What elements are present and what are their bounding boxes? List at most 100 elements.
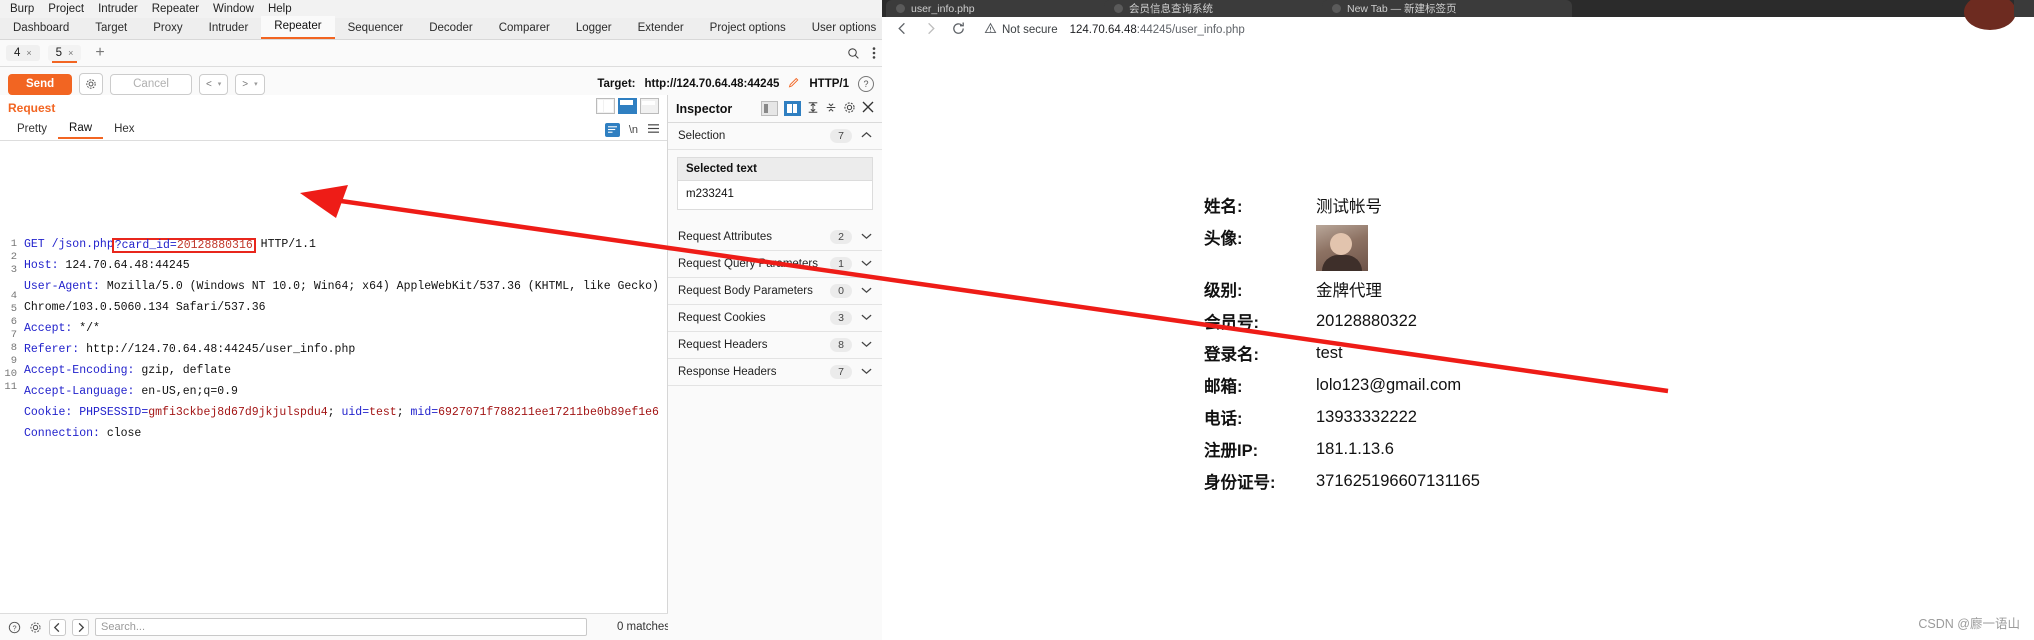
tab-project-options[interactable]: Project options [697,18,799,39]
info-row-email: 邮箱: lolo123@gmail.com [1204,373,1480,397]
tab-extender[interactable]: Extender [625,18,697,39]
panel-left-icon[interactable] [761,101,778,116]
browser-tab-3[interactable]: New Tab — 新建标签页 [1322,0,1572,17]
section-label: Request Query Parameters [678,258,818,270]
send-button[interactable]: Send [8,73,73,95]
cookie-value-1: gmfi3ckbej8d67d9jkjulspdu4 [148,406,328,419]
word-wrap-icon[interactable] [604,122,620,137]
arrow-left-icon[interactable] [49,618,66,636]
address-bar-url[interactable]: 124.70.64.48:44245/user_info.php [1070,24,1245,36]
gear-icon[interactable] [843,101,856,117]
section-label: Response Headers [678,366,777,378]
close-icon[interactable]: × [26,48,31,58]
tab-proxy[interactable]: Proxy [140,18,195,39]
chevron-down-icon[interactable] [861,367,872,378]
inspector-section-request-query-parameters[interactable]: Request Query Parameters 1 [668,251,882,278]
collapse-all-icon[interactable] [825,101,837,117]
info-row-level: 级别: 金牌代理 [1204,277,1480,301]
inspector-section-response-headers[interactable]: Response Headers 7 [668,359,882,386]
selected-text-value[interactable]: m233241 [678,181,872,209]
arrow-forward-icon[interactable] [922,21,938,39]
tab-decoder[interactable]: Decoder [416,18,485,39]
tab-intruder[interactable]: Intruder [196,18,262,39]
gear-icon[interactable] [28,620,43,635]
tab-user-options[interactable]: User options [799,18,882,39]
security-indicator[interactable]: Not secure [984,22,1058,38]
layout-horizontal-icon[interactable] [618,98,637,114]
layout-vertical-icon[interactable] [596,98,615,114]
hamburger-icon[interactable] [647,123,660,137]
new-repeater-tab-button[interactable]: + [89,45,110,61]
request-editor[interactable]: 1 2 3 4 5 6 7 8 9 10 11 GET /json.php ?ca… [0,233,667,640]
menu-item-help[interactable]: Help [264,3,302,15]
repeater-tab-4[interactable]: 4 × [6,45,40,61]
menu-item-burp[interactable]: Burp [6,3,44,15]
info-label: 电话: [1204,410,1243,428]
info-row-avatar: 头像: [1204,225,1480,271]
arrow-right-icon[interactable] [72,618,89,636]
question-icon[interactable]: ? [7,620,22,635]
inspector-section-request-headers[interactable]: Request Headers 8 [668,332,882,359]
chevron-down-icon[interactable]: ▾ [218,78,222,91]
header-value: 124.70.64.48:44245 [58,259,190,272]
inspector-section-selection[interactable]: Selection 7 [668,123,882,150]
chevron-down-icon[interactable] [861,286,872,297]
chevron-up-icon[interactable] [861,131,872,142]
chevron-down-icon[interactable] [861,340,872,351]
close-icon[interactable] [862,101,874,116]
chevron-down-icon[interactable] [861,232,872,243]
next-request-button[interactable]: > ▾ [235,73,265,95]
question-icon[interactable]: ? [858,76,874,92]
inspector-section-request-body-parameters[interactable]: Request Body Parameters 0 [668,278,882,305]
http-version-label[interactable]: HTTP/1 [809,78,849,90]
menu-item-repeater[interactable]: Repeater [148,3,209,15]
overflow-menu-icon[interactable] [872,46,876,60]
cancel-button[interactable]: Cancel [110,73,192,95]
tab-sequencer[interactable]: Sequencer [335,18,417,39]
tab-comparer[interactable]: Comparer [486,18,563,39]
menu-bar: Burp Project Intruder Repeater Window He… [0,0,882,18]
browser-tab-1[interactable]: user_info.php [886,0,1116,17]
chevron-down-icon[interactable] [861,313,872,324]
layout-tabs-icon[interactable] [640,98,659,114]
repeater-tab-5[interactable]: 5 × [47,45,82,63]
menu-item-window[interactable]: Window [209,3,264,15]
arrow-back-icon[interactable] [894,21,910,39]
section-count: 1 [830,257,852,271]
format-tab-hex[interactable]: Hex [103,122,145,138]
close-icon[interactable]: × [68,48,73,58]
chevron-down-icon[interactable] [861,259,872,270]
reload-icon[interactable] [950,21,966,39]
section-count: 0 [830,284,852,298]
expand-all-icon[interactable] [807,101,819,117]
menu-item-project[interactable]: Project [44,3,94,15]
match-count-label: 0 matches [616,621,670,633]
inspector-section-request-cookies[interactable]: Request Cookies 3 [668,305,882,332]
gear-icon[interactable] [79,73,104,95]
prev-request-label: < [205,78,212,90]
inspector-section-request-attributes[interactable]: Request Attributes 2 [668,224,882,251]
line-number [0,277,20,290]
chevron-down-icon[interactable]: ▾ [254,78,258,91]
pencil-icon[interactable] [788,77,800,92]
tab-dashboard[interactable]: Dashboard [0,18,82,39]
menu-item-intruder[interactable]: Intruder [94,3,148,15]
request-title: Request [8,101,56,115]
tab-repeater[interactable]: Repeater [261,16,335,39]
panel-right-icon[interactable] [784,101,801,116]
section-count: 8 [830,338,852,352]
format-tab-pretty[interactable]: Pretty [6,122,58,138]
search-icon[interactable] [847,47,860,60]
info-label: 注册IP: [1204,442,1259,460]
line-number: 7 [10,329,17,341]
tab-logger[interactable]: Logger [563,18,625,39]
selected-text-header: Selected text [678,158,872,181]
browser-tab-2[interactable]: 会员信息查询系统 [1104,0,1334,17]
format-tab-raw[interactable]: Raw [58,121,104,139]
tab-target[interactable]: Target [82,18,140,39]
target-info: Target: http://124.70.64.48:44245 HTTP/1… [597,76,874,92]
search-input[interactable]: Search... [95,618,587,636]
prev-request-button[interactable]: < ▾ [198,73,229,95]
header-line: Accept-Encoding: gzip, deflate [24,364,665,377]
newline-toggle[interactable]: \n [629,124,638,136]
